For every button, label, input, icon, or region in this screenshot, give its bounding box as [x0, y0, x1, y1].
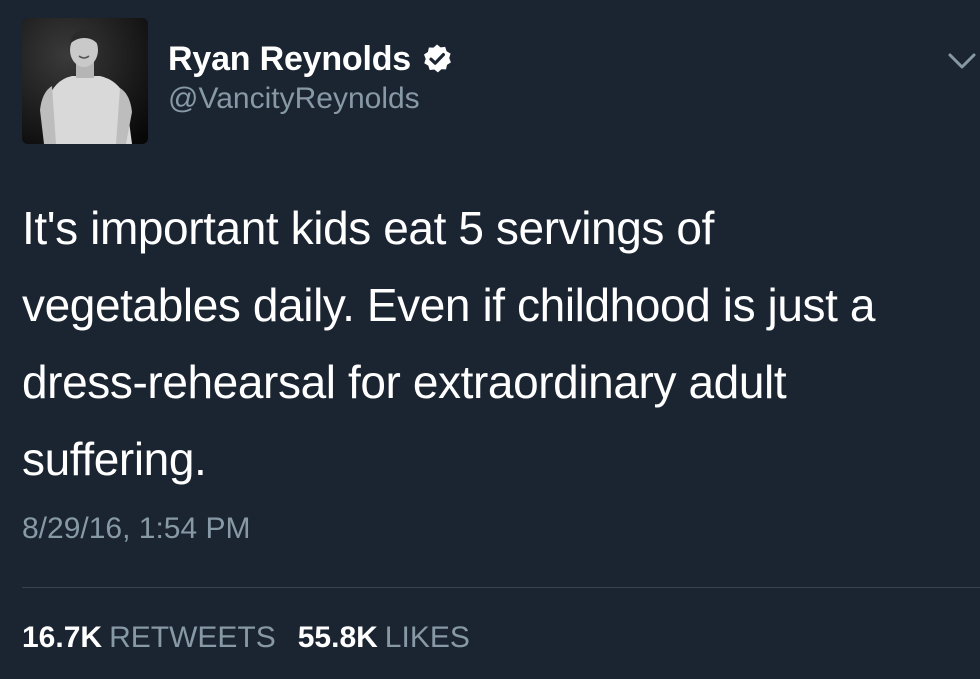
- likes-count: 55.8K: [297, 621, 378, 654]
- retweets-label: RETWEETS: [109, 621, 276, 654]
- avatar-photo: [22, 18, 148, 144]
- verified-badge-icon: [421, 43, 453, 75]
- retweets-stat[interactable]: 16.7K RETWEETS: [22, 621, 276, 654]
- tweet-card: Ryan Reynolds @VancityReynolds It's impo…: [0, 0, 980, 679]
- handle[interactable]: @VancityReynolds: [168, 82, 453, 116]
- engagement-stats: 16.7K RETWEETS 55.8K LIKES: [22, 621, 470, 655]
- tweet-text-line: dress-rehearsal for extraordinary adult: [22, 356, 787, 408]
- divider: [22, 587, 980, 588]
- chevron-down-icon[interactable]: [944, 42, 980, 78]
- avatar[interactable]: [22, 18, 148, 144]
- likes-stat[interactable]: 55.8K LIKES: [298, 621, 470, 654]
- display-name-row: Ryan Reynolds: [168, 38, 453, 80]
- timestamp[interactable]: 8/29/16, 1:54 PM: [22, 512, 251, 546]
- retweets-count: 16.7K: [22, 621, 103, 654]
- tweet-text-line: suffering.: [22, 433, 207, 485]
- tweet-text-line: vegetables daily. Even if childhood is j…: [22, 279, 876, 331]
- display-name[interactable]: Ryan Reynolds: [168, 40, 411, 79]
- author-block: Ryan Reynolds @VancityReynolds: [168, 38, 453, 116]
- tweet-text: It's important kids eat 5 servings of ve…: [22, 190, 962, 498]
- likes-label: LIKES: [384, 621, 470, 654]
- tweet-text-line: It's important kids eat 5 servings of: [22, 202, 714, 254]
